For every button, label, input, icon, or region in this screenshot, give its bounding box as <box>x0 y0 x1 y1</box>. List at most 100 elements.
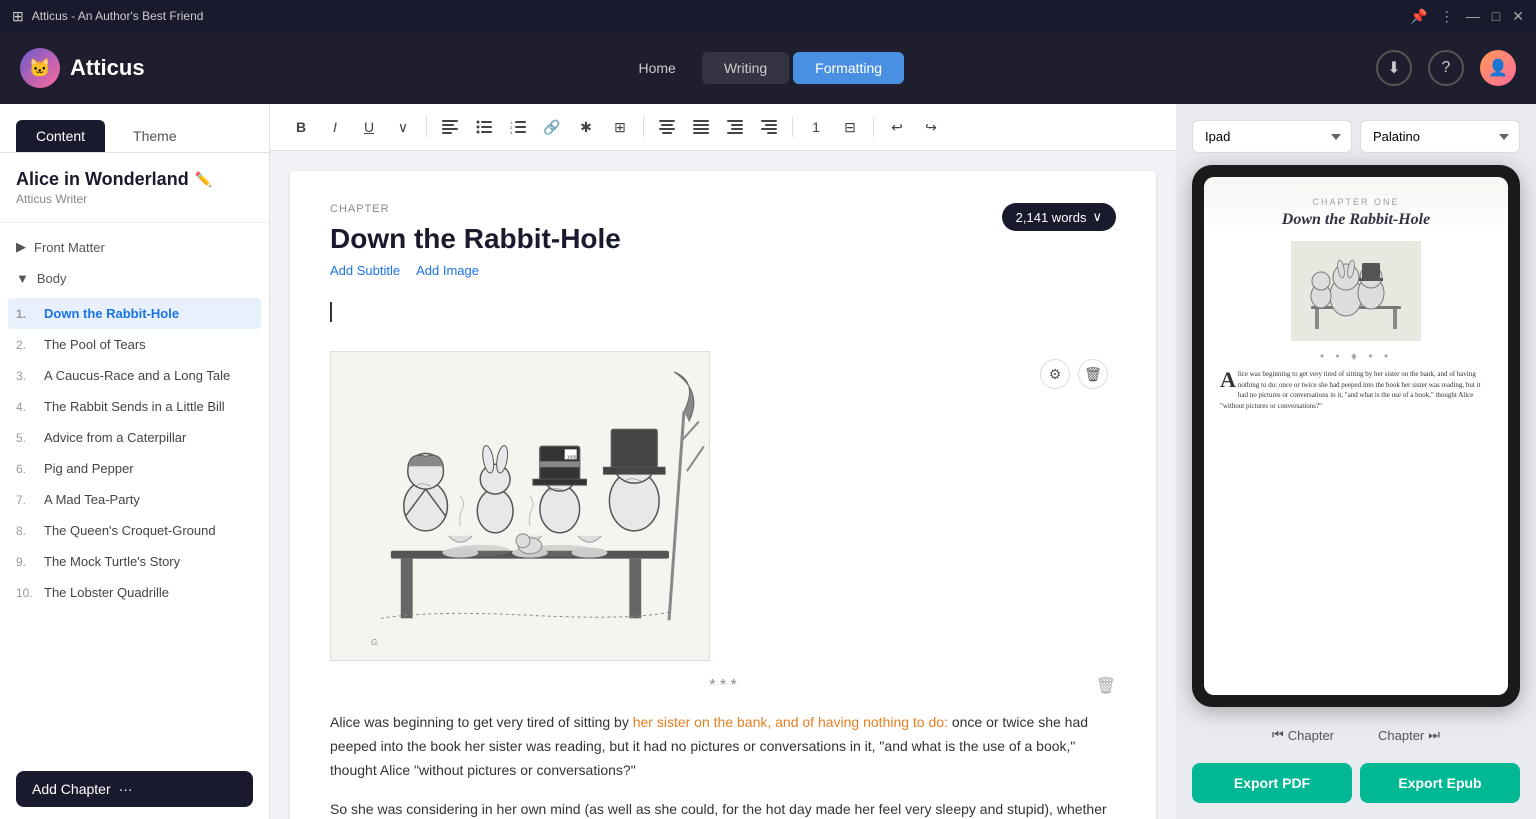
add-image-link[interactable]: Add Image <box>416 263 479 278</box>
chapter-num: 3. <box>16 369 36 383</box>
pin-icon[interactable]: 📌 <box>1410 8 1427 25</box>
chapter-num: 8. <box>16 524 36 538</box>
content-tab[interactable]: Content <box>16 120 105 152</box>
sidebar-tabs: Content Theme <box>0 104 269 153</box>
chapter-item[interactable]: 5. Advice from a Caterpillar <box>0 422 269 453</box>
toolbar-divider-2 <box>643 117 644 137</box>
more-formats-btn[interactable]: ∨ <box>388 112 418 142</box>
next-chapter-label: Chapter <box>1378 728 1424 743</box>
columns-btn[interactable]: ⊟ <box>835 112 865 142</box>
chapter-num: 2. <box>16 338 36 352</box>
window-title: Atticus - An Author's Best Friend <box>32 9 204 23</box>
chapter-item[interactable]: 8. The Queen's Croquet-Ground <box>0 515 269 546</box>
chapter-name: Down the Rabbit-Hole <box>44 306 253 321</box>
chapter-item[interactable]: 4. The Rabbit Sends in a Little Bill <box>0 391 269 422</box>
add-chapter-more-icon: ··· <box>119 781 133 797</box>
export-buttons: Export PDF Export Epub <box>1192 763 1520 803</box>
italic-btn[interactable]: I <box>320 112 350 142</box>
chapter-item[interactable]: 6. Pig and Pepper <box>0 453 269 484</box>
app-icon: ⊞ <box>12 8 24 25</box>
theme-tab[interactable]: Theme <box>113 120 197 152</box>
preview-image <box>1291 241 1421 341</box>
chapter-list-container: ▶ Front Matter ▼ Body 1. Down the Rabbit… <box>0 223 269 759</box>
chapter-list: 1. Down the Rabbit-Hole 2. The Pool of T… <box>0 294 269 612</box>
image-container: ⚙ 🗑 <box>330 351 1116 661</box>
prev-chapter-btn[interactable]: ⏮ Chapter <box>1256 719 1350 751</box>
front-matter-section[interactable]: ▶ Front Matter <box>0 231 269 263</box>
word-count-badge[interactable]: 2,141 words ∨ <box>1002 203 1116 231</box>
brand: 🐱 Atticus <box>20 48 145 88</box>
list-number-btn[interactable]: 1.2.3. <box>503 112 533 142</box>
body-label: Body <box>37 271 67 286</box>
chapter-item[interactable]: 3. A Caucus-Race and a Long Tale <box>0 360 269 391</box>
minimize-btn[interactable]: — <box>1466 8 1480 24</box>
body-chevron: ▼ <box>16 271 29 286</box>
link-btn[interactable]: 🔗 <box>537 112 567 142</box>
chapter-item[interactable]: 7. A Mad Tea-Party <box>0 484 269 515</box>
add-subtitle-link[interactable]: Add Subtitle <box>330 263 400 278</box>
add-chapter-button[interactable]: Add Chapter ··· <box>16 771 253 807</box>
word-count-text: 2,141 words <box>1016 210 1087 225</box>
image-settings-btn[interactable]: ⚙ <box>1040 359 1070 389</box>
chapter-name: The Lobster Quadrille <box>44 585 253 600</box>
body-section[interactable]: ▼ Body <box>0 263 269 294</box>
star-btn[interactable]: ✱ <box>571 112 601 142</box>
chapter-title-row: Chapter Down the Rabbit-Hole 2,141 words… <box>330 203 1116 255</box>
editor-area: B I U ∨ 1.2.3. 🔗 ✱ ⊞ <box>270 104 1176 819</box>
font-select[interactable]: Palatino Georgia Times New Roman Arial <box>1360 120 1520 153</box>
chapter-num: 6. <box>16 462 36 476</box>
underline-btn[interactable]: U <box>354 112 384 142</box>
bold-btn[interactable]: B <box>286 112 316 142</box>
chapter-item[interactable]: 9. The Mock Turtle's Story <box>0 546 269 577</box>
align-center-btn[interactable] <box>652 112 682 142</box>
sidebar: Content Theme Alice in Wonderland ✏️ Att… <box>0 104 270 819</box>
nav-home[interactable]: Home <box>616 52 697 84</box>
justify-btn[interactable] <box>686 112 716 142</box>
editor-paper: Chapter Down the Rabbit-Hole 2,141 words… <box>290 171 1156 819</box>
chapter-item[interactable]: 1. Down the Rabbit-Hole <box>8 298 261 329</box>
scene-delete-btn[interactable]: 🗑 <box>1096 676 1116 696</box>
next-chapter-btn[interactable]: Chapter ⏭ <box>1362 719 1456 751</box>
image-delete-btn[interactable]: 🗑 <box>1078 359 1108 389</box>
body-text-1[interactable]: Alice was beginning to get very tired of… <box>330 711 1116 782</box>
svg-text:10/6: 10/6 <box>567 454 577 460</box>
image-btn[interactable]: ⊞ <box>605 112 635 142</box>
chapter-item[interactable]: 2. The Pool of Tears <box>0 329 269 360</box>
device-select[interactable]: Ipad Kindle Phone Desktop <box>1192 120 1352 153</box>
toolbar-divider-3 <box>792 117 793 137</box>
book-title: Alice in Wonderland ✏️ <box>16 169 253 190</box>
align-right-btn[interactable] <box>754 112 784 142</box>
nav-formatting[interactable]: Formatting <box>793 52 904 84</box>
list-bullet-btn[interactable] <box>469 112 499 142</box>
export-pdf-btn[interactable]: Export PDF <box>1192 763 1352 803</box>
align-left-btn[interactable] <box>435 112 465 142</box>
preview-book-page: Chapter One Down the Rabbit-Hole <box>1204 177 1508 695</box>
scene-divider-text: * * * <box>709 677 737 694</box>
chapter-num: 10. <box>16 586 36 600</box>
redo-btn[interactable]: ↪ <box>916 112 946 142</box>
download-btn[interactable]: ⬇ <box>1376 50 1412 86</box>
body-text-2[interactable]: So she was considering in her own mind (… <box>330 798 1116 819</box>
add-chapter-label: Add Chapter <box>32 781 111 797</box>
more-icon[interactable]: ⋮ <box>1440 8 1454 25</box>
preview-nav: ⏮ Chapter Chapter ⏭ <box>1192 719 1520 751</box>
drop-cap: A <box>1220 369 1236 391</box>
nav-writing[interactable]: Writing <box>702 52 789 84</box>
next-chapter-icon: ⏭ <box>1428 727 1440 743</box>
book-info: Alice in Wonderland ✏️ Atticus Writer <box>0 153 269 223</box>
export-epub-btn[interactable]: Export Epub <box>1360 763 1520 803</box>
user-avatar[interactable]: 👤 <box>1480 50 1516 86</box>
editor-content[interactable]: Chapter Down the Rabbit-Hole 2,141 words… <box>270 151 1176 819</box>
help-btn[interactable]: ? <box>1428 50 1464 86</box>
chapter-title[interactable]: Down the Rabbit-Hole <box>330 223 621 255</box>
top-nav: 🐱 Atticus Home Writing Formatting ⬇ ? 👤 <box>0 32 1536 104</box>
brand-logo: 🐱 <box>20 48 60 88</box>
svg-text:3.: 3. <box>510 130 513 134</box>
indent-btn[interactable] <box>720 112 750 142</box>
chapter-item[interactable]: 10. The Lobster Quadrille <box>0 577 269 608</box>
heading-btn[interactable]: 1 <box>801 112 831 142</box>
close-btn[interactable]: ✕ <box>1512 8 1524 25</box>
edit-title-icon[interactable]: ✏️ <box>195 171 212 188</box>
maximize-btn[interactable]: □ <box>1492 8 1500 24</box>
undo-btn[interactable]: ↩ <box>882 112 912 142</box>
